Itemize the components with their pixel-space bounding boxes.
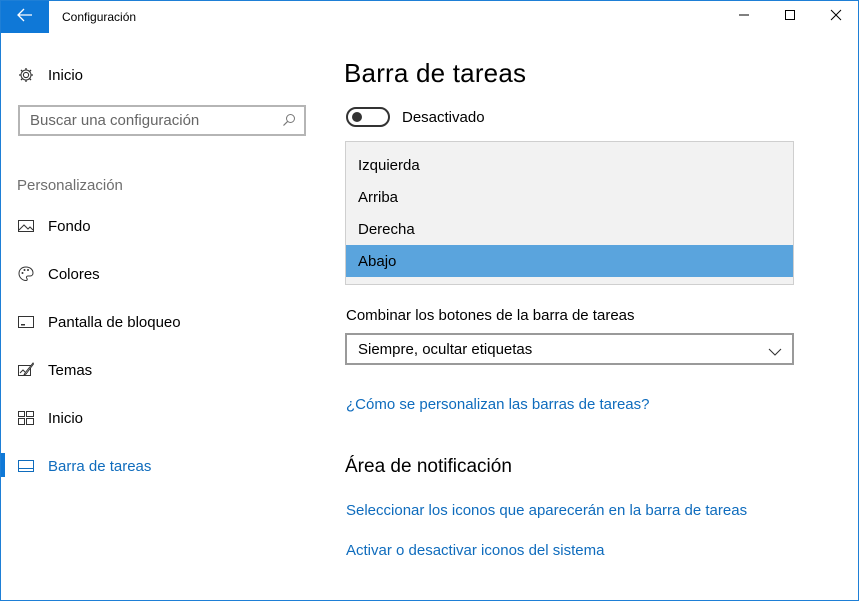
search-icon[interactable]: [282, 113, 296, 127]
section-label-personalization: Personalización: [17, 177, 123, 194]
title-bar: Configuración: [1, 1, 858, 33]
close-icon: [830, 8, 842, 26]
sidebar-item-label: Barra de tareas: [48, 457, 152, 475]
combine-buttons-value: Siempre, ocultar etiquetas: [358, 340, 533, 358]
search-box[interactable]: [18, 105, 306, 136]
minimize-icon: [738, 8, 750, 26]
taskbar-position-dropdown-list[interactable]: Izquierda Arriba Derecha Abajo: [345, 141, 794, 285]
taskbar-toggle[interactable]: [346, 107, 390, 127]
maximize-button[interactable]: [767, 1, 813, 33]
picture-icon: [17, 217, 35, 235]
combine-buttons-label: Combinar los botones de la barra de tare…: [346, 307, 635, 324]
sidebar-item-label: Fondo: [48, 217, 91, 235]
window-title: Configuración: [62, 10, 137, 24]
taskbar-icon: [17, 457, 35, 475]
main-content: Barra de tareas Desactivado Izquierda Ar…: [323, 33, 858, 600]
toggle-system-icons-link[interactable]: Activar o desactivar iconos del sistema: [346, 542, 604, 559]
close-button[interactable]: [813, 1, 859, 33]
dropdown-option-bottom[interactable]: Abajo: [346, 245, 793, 277]
themes-icon: [17, 361, 35, 379]
sidebar-item-label: Temas: [48, 361, 93, 379]
sidebar-item-home[interactable]: Inicio: [17, 65, 83, 85]
sidebar-item-themes[interactable]: Temas: [17, 359, 92, 381]
toggle-label: Desactivado: [402, 109, 485, 126]
minimize-button[interactable]: [721, 1, 767, 33]
sidebar-item-label: Inicio: [48, 409, 84, 427]
lock-screen-icon: [17, 313, 35, 331]
palette-icon: [17, 265, 35, 283]
combine-buttons-select[interactable]: Siempre, ocultar etiquetas: [345, 333, 794, 365]
notification-area-title: Área de notificación: [345, 456, 512, 477]
arrow-left-icon: [17, 8, 33, 27]
page-title: Barra de tareas: [344, 58, 527, 88]
sidebar-item-start[interactable]: Inicio: [17, 407, 83, 429]
sidebar-item-label: Colores: [48, 265, 100, 283]
sidebar-item-background[interactable]: Fondo: [17, 215, 91, 237]
select-taskbar-icons-link[interactable]: Seleccionar los iconos que aparecerán en…: [346, 502, 747, 519]
sidebar-item-label: Pantalla de bloqueo: [48, 313, 181, 331]
help-link[interactable]: ¿Cómo se personalizan las barras de tare…: [346, 396, 650, 413]
chevron-down-icon: [768, 344, 782, 356]
toggle-knob: [352, 112, 362, 122]
gear-icon: [17, 66, 35, 84]
start-grid-icon: [17, 409, 35, 427]
dropdown-option-top[interactable]: Arriba: [346, 181, 793, 213]
sidebar: Inicio Personalización Fondo Colores: [1, 33, 323, 600]
sidebar-item-lock-screen[interactable]: Pantalla de bloqueo: [17, 311, 181, 333]
settings-window: Configuración Inicio Buscar una configur…: [0, 0, 859, 601]
maximize-icon: [784, 8, 796, 26]
sidebar-item-taskbar[interactable]: Barra de tareas: [17, 455, 151, 477]
sidebar-item-home-label: Inicio: [48, 66, 84, 84]
dropdown-option-left[interactable]: Izquierda: [346, 149, 793, 181]
search-input[interactable]: [30, 112, 270, 129]
dropdown-option-right[interactable]: Derecha: [346, 213, 793, 245]
back-button[interactable]: [1, 1, 49, 33]
active-indicator: [1, 453, 5, 477]
sidebar-item-colors[interactable]: Colores: [17, 263, 100, 285]
